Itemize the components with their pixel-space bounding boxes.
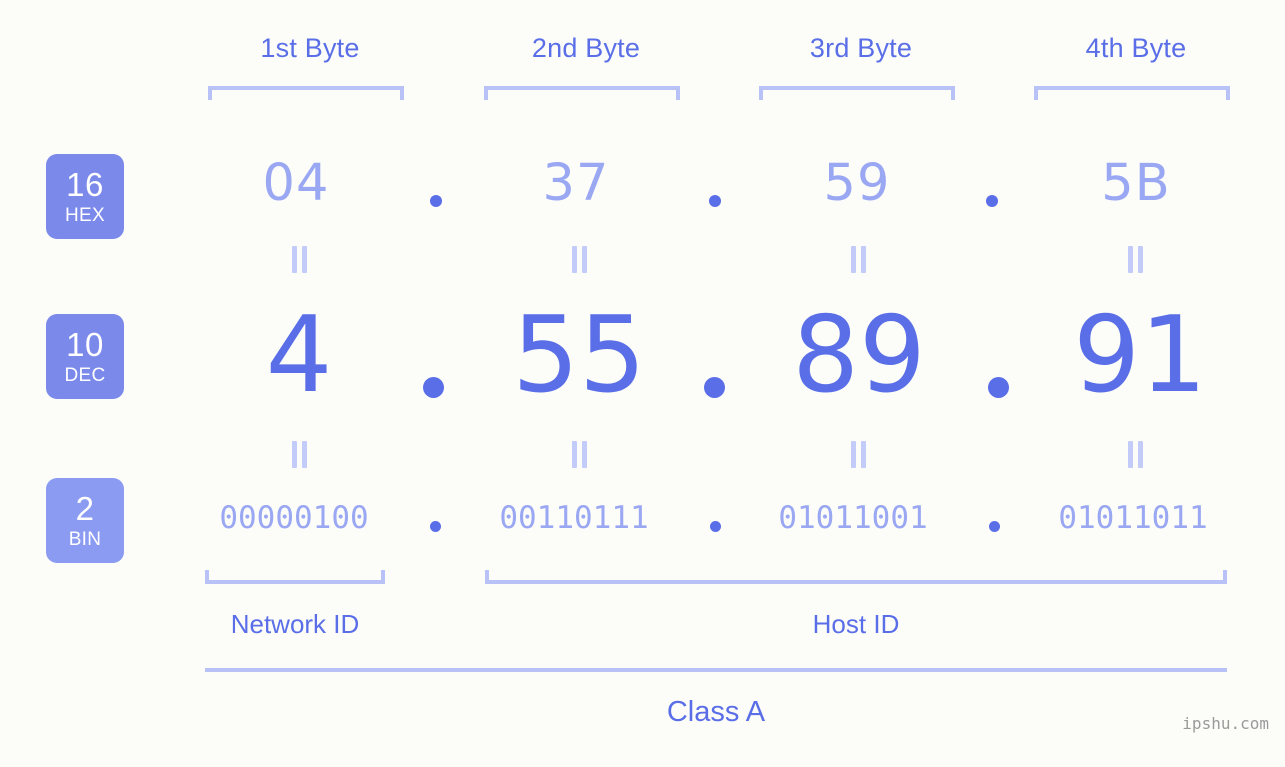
bin-separator-dot-1 <box>430 521 441 532</box>
dec-separator-dot-1 <box>423 377 444 398</box>
equals-mark-hex-dec-3 <box>850 246 868 273</box>
dec-separator-dot-2 <box>704 377 725 398</box>
ip-address-breakdown-diagram: 1st Byte 2nd Byte 3rd Byte 4th Byte 16 H… <box>0 0 1285 767</box>
hex-octet-1: 04 <box>262 154 330 213</box>
dec-octet-4: 91 <box>1073 294 1207 416</box>
equals-mark-hex-dec-1 <box>291 246 309 273</box>
bin-octet-2: 00110111 <box>499 500 649 536</box>
watermark: ipshu.com <box>1182 714 1269 733</box>
byte-header-1: 1st Byte <box>260 33 360 63</box>
bin-octet-1: 00000100 <box>219 500 369 536</box>
radix-badge-dec-label: DEC <box>64 365 106 386</box>
hex-separator-dot-1 <box>430 195 442 207</box>
bin-separator-dot-3 <box>989 521 1000 532</box>
radix-badge-dec-number: 10 <box>66 326 104 363</box>
class-bracket <box>205 668 1227 672</box>
radix-badge-bin-number: 2 <box>75 490 95 527</box>
radix-badge-bin-label: BIN <box>68 529 102 550</box>
equals-mark-dec-bin-1 <box>291 441 309 468</box>
radix-badge-hex: 16 HEX <box>46 154 124 239</box>
equals-mark-hex-dec-2 <box>571 246 589 273</box>
hex-separator-dot-3 <box>986 195 998 207</box>
byte-bracket-4 <box>1034 86 1230 100</box>
byte-bracket-2 <box>484 86 680 100</box>
bin-octet-3: 01011001 <box>778 500 928 536</box>
byte-header-3: 3rd Byte <box>809 33 913 63</box>
bin-octet-4: 01011011 <box>1058 500 1208 536</box>
dec-separator-dot-3 <box>988 377 1009 398</box>
class-label: Class A <box>666 696 766 728</box>
hex-octet-3: 59 <box>823 154 891 213</box>
equals-mark-dec-bin-3 <box>850 441 868 468</box>
network-id-bracket <box>205 570 385 584</box>
radix-badge-bin: 2 BIN <box>46 478 124 563</box>
radix-badge-hex-number: 16 <box>66 166 104 203</box>
network-id-label: Network ID <box>230 609 360 639</box>
host-id-label: Host ID <box>812 609 900 639</box>
byte-header-4: 4th Byte <box>1085 33 1187 63</box>
equals-mark-dec-bin-2 <box>571 441 589 468</box>
equals-mark-dec-bin-4 <box>1127 441 1145 468</box>
byte-bracket-3 <box>759 86 955 100</box>
radix-badge-dec: 10 DEC <box>46 314 124 399</box>
bin-separator-dot-2 <box>710 521 721 532</box>
hex-octet-2: 37 <box>542 154 610 213</box>
equals-mark-hex-dec-4 <box>1127 246 1145 273</box>
host-id-bracket <box>485 570 1227 584</box>
radix-badge-hex-label: HEX <box>65 205 105 226</box>
dec-octet-1: 4 <box>265 294 333 416</box>
hex-separator-dot-2 <box>709 195 721 207</box>
dec-octet-2: 55 <box>512 294 646 416</box>
dec-octet-3: 89 <box>792 294 926 416</box>
byte-header-2: 2nd Byte <box>531 33 641 63</box>
hex-octet-4: 5B <box>1101 154 1171 213</box>
byte-bracket-1 <box>208 86 404 100</box>
